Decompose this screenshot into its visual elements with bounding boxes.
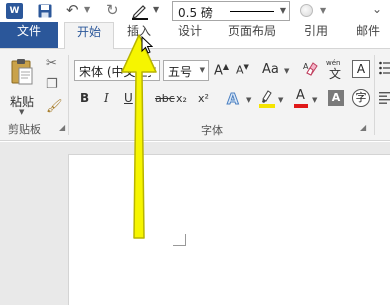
enclose-characters-button[interactable]: 字 [352, 89, 370, 107]
redo-icon[interactable]: ↻ [106, 2, 119, 18]
character-shading-button[interactable]: A [328, 90, 344, 106]
scissors-icon[interactable]: ✂ [46, 56, 57, 71]
phonetic-top-label: wén [326, 59, 340, 67]
word-logo-icon: W [6, 3, 23, 19]
group-divider [374, 55, 375, 135]
line-weight-preview [230, 11, 274, 12]
chevron-down-icon: ▼ [279, 6, 286, 15]
copy-icon[interactable]: ❐ [46, 77, 58, 92]
grow-font-label: A [214, 63, 223, 79]
tab-mailings[interactable]: 邮件 [348, 22, 388, 49]
highlighter-icon[interactable] [259, 89, 275, 108]
font-name-select[interactable]: 宋体 (中文正文 ▼ [74, 60, 160, 81]
svg-text:A: A [303, 62, 309, 71]
shape-circle-icon[interactable] [300, 4, 313, 17]
font-color-swatch [294, 104, 308, 108]
change-case-button[interactable]: Aa [262, 62, 279, 77]
font-color-button[interactable]: A [294, 88, 308, 108]
mouse-cursor-icon [141, 36, 153, 54]
chevron-down-icon: ▼ [150, 66, 156, 74]
ribbon-tabs: 文件 开始 插入 设计 页面布局 引用 邮件 [0, 22, 390, 50]
character-border-button[interactable]: A [352, 60, 370, 78]
pen-color-icon[interactable] [131, 2, 149, 20]
font-color-label: A [296, 88, 305, 103]
clipboard-paste-icon[interactable] [10, 58, 34, 86]
align-left-icon[interactable] [379, 92, 390, 104]
quick-access-toolbar: W ↶ ▼ ↻ ▼ 0.5 磅 ▼ ▼ ⌄ [0, 0, 390, 22]
underline-button[interactable]: U [124, 91, 133, 105]
bullets-icon[interactable] [379, 61, 390, 75]
underline-dropdown-icon[interactable]: ▼ [136, 96, 141, 104]
tab-file[interactable]: 文件 [0, 22, 58, 48]
shrink-font-button[interactable]: A▼ [236, 63, 249, 77]
clipboard-group-label: 剪贴板 [8, 123, 41, 136]
document-page[interactable] [68, 154, 390, 305]
text-effects-dropdown-icon[interactable]: ▼ [246, 96, 251, 104]
phonetic-guide-icon[interactable]: wén 文 [325, 58, 345, 80]
bold-button[interactable]: B [80, 91, 89, 105]
undo-icon[interactable]: ↶ [66, 2, 79, 18]
subscript-button[interactable]: x₂ [176, 92, 187, 105]
line-weight-value: 0.5 磅 [178, 6, 213, 20]
superscript-button[interactable]: x² [198, 92, 209, 105]
shape-dropdown-icon[interactable]: ▼ [320, 6, 326, 15]
margin-corner-mark [173, 234, 186, 246]
shrink-font-label: A [236, 63, 244, 77]
paintbrush-icon[interactable]: 🖌 [46, 99, 63, 114]
group-divider [68, 55, 69, 135]
tab-page-layout[interactable]: 页面布局 [220, 22, 284, 49]
font-group-label: 字体 [201, 124, 223, 137]
ribbon-home: 粘贴 ▼ ✂ ❐ 🖌 剪贴板 ◢ 宋体 (中文正文 ▼ 五号 ▼ A▲ A▼ A… [0, 49, 390, 141]
text-effects-button[interactable]: A [227, 90, 240, 109]
phonetic-char-label: 文 [329, 66, 341, 80]
dialog-launcher-icon[interactable]: ◢ [360, 123, 366, 132]
pen-dropdown-icon[interactable]: ▼ [153, 5, 159, 14]
highlight-dropdown-icon[interactable]: ▼ [278, 96, 283, 104]
clear-formatting-icon[interactable]: A [303, 60, 319, 76]
grow-font-button[interactable]: A▲ [214, 62, 229, 78]
line-weight-select[interactable]: 0.5 磅 ▼ [172, 1, 290, 21]
strikethrough-button[interactable]: abc [155, 92, 175, 105]
paste-dropdown-icon[interactable]: ▼ [19, 108, 24, 116]
italic-button[interactable]: I [104, 91, 109, 105]
tab-home[interactable]: 开始 [64, 22, 114, 50]
undo-dropdown-icon[interactable]: ▼ [84, 5, 90, 14]
tab-references[interactable]: 引用 [296, 22, 336, 49]
font-name-value: 宋体 (中文正文 [79, 65, 151, 79]
customize-toolbar-icon[interactable]: ⌄ [372, 2, 382, 16]
chevron-down-icon: ▼ [199, 66, 205, 74]
tab-design[interactable]: 设计 [172, 22, 208, 49]
change-case-dropdown-icon[interactable]: ▼ [284, 67, 289, 75]
tab-insert[interactable]: 插入 [119, 22, 159, 49]
dialog-launcher-icon[interactable]: ◢ [59, 123, 65, 132]
font-size-select[interactable]: 五号 ▼ [163, 60, 209, 81]
document-area [0, 142, 390, 305]
font-size-value: 五号 [168, 65, 193, 79]
font-color-dropdown-icon[interactable]: ▼ [312, 96, 317, 104]
save-icon[interactable] [38, 4, 52, 18]
